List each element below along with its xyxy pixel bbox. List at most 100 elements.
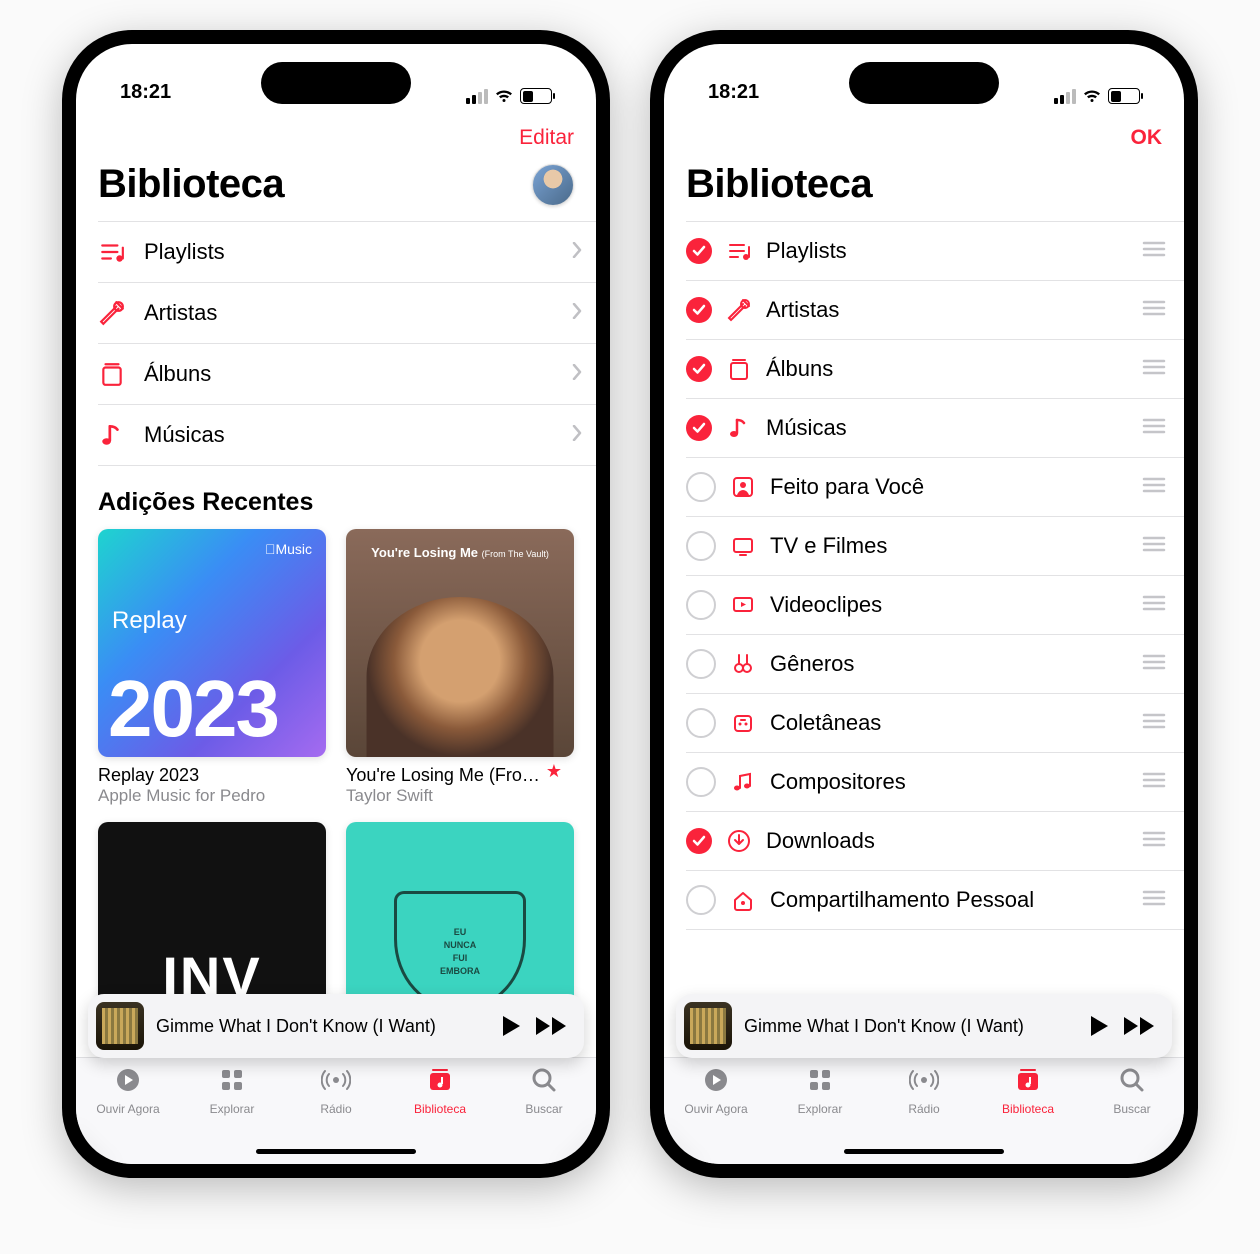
mic-icon xyxy=(98,300,126,326)
checkbox-off[interactable] xyxy=(686,531,716,561)
two-notes-icon xyxy=(730,770,756,794)
row-label: Compositores xyxy=(770,769,1128,795)
album-icon xyxy=(98,361,126,387)
checkbox-off[interactable] xyxy=(686,767,716,797)
tab-label: Biblioteca xyxy=(1002,1102,1054,1116)
forward-button[interactable] xyxy=(534,1015,568,1037)
search-icon xyxy=(1117,1066,1147,1099)
reorder-handle-icon[interactable] xyxy=(1142,830,1166,853)
battery-icon xyxy=(1108,88,1140,104)
library-row-artistas[interactable]: Artistas xyxy=(98,283,596,344)
edit-row[interactable]: Videoclipes xyxy=(686,576,1184,635)
phone-right: 18:21 OK Biblioteca Playlists Artistas xyxy=(650,30,1198,1178)
video-icon xyxy=(730,593,756,617)
edit-button[interactable]: Editar xyxy=(519,126,574,150)
checkbox-off[interactable] xyxy=(686,708,716,738)
edit-row[interactable]: Coletâneas xyxy=(686,694,1184,753)
guitar-icon xyxy=(730,652,756,676)
tab-ouvir[interactable]: Ouvir Agora xyxy=(671,1066,761,1116)
library-row-playlists[interactable]: Playlists xyxy=(98,221,596,283)
reorder-handle-icon[interactable] xyxy=(1142,417,1166,440)
reorder-handle-icon[interactable] xyxy=(1142,299,1166,322)
checkbox-on[interactable] xyxy=(686,828,712,854)
row-label: Feito para Você xyxy=(770,474,1128,500)
now-playing-bar[interactable]: Gimme What I Don't Know (I Want) xyxy=(88,994,584,1058)
edit-row[interactable]: Compartilhamento Pessoal xyxy=(686,871,1184,930)
edit-row[interactable]: Playlists xyxy=(686,221,1184,281)
reorder-handle-icon[interactable] xyxy=(1142,771,1166,794)
reorder-handle-icon[interactable] xyxy=(1142,535,1166,558)
tab-explorar[interactable]: Explorar xyxy=(187,1066,277,1116)
checkbox-on[interactable] xyxy=(686,415,712,441)
edit-row[interactable]: Músicas xyxy=(686,399,1184,458)
tv-icon xyxy=(730,534,756,558)
tab-buscar[interactable]: Buscar xyxy=(499,1066,589,1116)
tab-explorar[interactable]: Explorar xyxy=(775,1066,865,1116)
row-label: Músicas xyxy=(144,422,554,448)
checkbox-off[interactable] xyxy=(686,885,716,915)
edit-row[interactable]: TV e Filmes xyxy=(686,517,1184,576)
reorder-handle-icon[interactable] xyxy=(1142,712,1166,735)
tab-biblioteca[interactable]: Biblioteca xyxy=(395,1066,485,1116)
library-row-musicas[interactable]: Músicas xyxy=(98,405,596,466)
tab-radio[interactable]: Rádio xyxy=(291,1066,381,1116)
now-playing-art xyxy=(684,1002,732,1050)
radio-icon xyxy=(321,1066,351,1099)
avatar[interactable] xyxy=(532,164,574,206)
edit-row[interactable]: Gêneros xyxy=(686,635,1184,694)
reorder-handle-icon[interactable] xyxy=(1142,476,1166,499)
tab-buscar[interactable]: Buscar xyxy=(1087,1066,1177,1116)
reorder-handle-icon[interactable] xyxy=(1142,240,1166,263)
edit-row[interactable]: Downloads xyxy=(686,812,1184,871)
play-circle-icon xyxy=(113,1066,143,1099)
download-icon xyxy=(726,829,752,853)
playlist-icon xyxy=(726,239,752,263)
checkbox-off[interactable] xyxy=(686,649,716,679)
search-icon xyxy=(529,1066,559,1099)
reorder-handle-icon[interactable] xyxy=(1142,594,1166,617)
album-icon xyxy=(726,357,752,381)
edit-row[interactable]: Compositores xyxy=(686,753,1184,812)
tab-label: Rádio xyxy=(320,1102,351,1116)
checkbox-on[interactable] xyxy=(686,297,712,323)
recent-card[interactable]: MusicReplay2023Replay 2023Apple Music f… xyxy=(98,529,326,806)
cellular-icon xyxy=(466,89,488,104)
play-button[interactable] xyxy=(1088,1014,1110,1038)
tab-biblioteca[interactable]: Biblioteca xyxy=(983,1066,1073,1116)
edit-row[interactable]: Artistas xyxy=(686,281,1184,340)
mic-icon xyxy=(726,298,752,322)
forward-button[interactable] xyxy=(1122,1015,1156,1037)
tab-ouvir[interactable]: Ouvir Agora xyxy=(83,1066,173,1116)
play-button[interactable] xyxy=(500,1014,522,1038)
now-playing-bar[interactable]: Gimme What I Don't Know (I Want) xyxy=(676,994,1172,1058)
card-title: You're Losing Me (Fro… xyxy=(346,765,540,786)
done-button[interactable]: OK xyxy=(1131,126,1163,150)
card-title: Replay 2023 xyxy=(98,765,199,786)
checkbox-on[interactable] xyxy=(686,356,712,382)
reorder-handle-icon[interactable] xyxy=(1142,889,1166,912)
star-icon: ★ xyxy=(546,761,562,782)
row-label: Coletâneas xyxy=(770,710,1128,736)
recents-grid: MusicReplay2023Replay 2023Apple Music f… xyxy=(76,529,596,1050)
note-icon xyxy=(98,422,126,448)
library-row-albuns[interactable]: Álbuns xyxy=(98,344,596,405)
checkbox-off[interactable] xyxy=(686,472,716,502)
tab-radio[interactable]: Rádio xyxy=(879,1066,969,1116)
recent-card[interactable]: You're Losing Me (From The Vault)You're … xyxy=(346,529,574,806)
tab-label: Buscar xyxy=(1113,1102,1150,1116)
dynamic-island xyxy=(261,62,411,104)
edit-row[interactable]: Feito para Você xyxy=(686,458,1184,517)
section-recents-title: Adições Recentes xyxy=(76,466,596,529)
checkbox-off[interactable] xyxy=(686,590,716,620)
row-label: Álbuns xyxy=(144,361,554,387)
reorder-handle-icon[interactable] xyxy=(1142,358,1166,381)
now-playing-title: Gimme What I Don't Know (I Want) xyxy=(156,1016,488,1037)
checkbox-on[interactable] xyxy=(686,238,712,264)
card-subtitle: Apple Music for Pedro xyxy=(98,786,326,806)
library-list: Playlists Artistas Álbuns Músicas xyxy=(76,221,596,466)
reorder-handle-icon[interactable] xyxy=(1142,653,1166,676)
library-icon xyxy=(425,1066,455,1099)
row-label: Playlists xyxy=(144,239,554,265)
edit-row[interactable]: Álbuns xyxy=(686,340,1184,399)
page-title: Biblioteca xyxy=(98,162,284,207)
